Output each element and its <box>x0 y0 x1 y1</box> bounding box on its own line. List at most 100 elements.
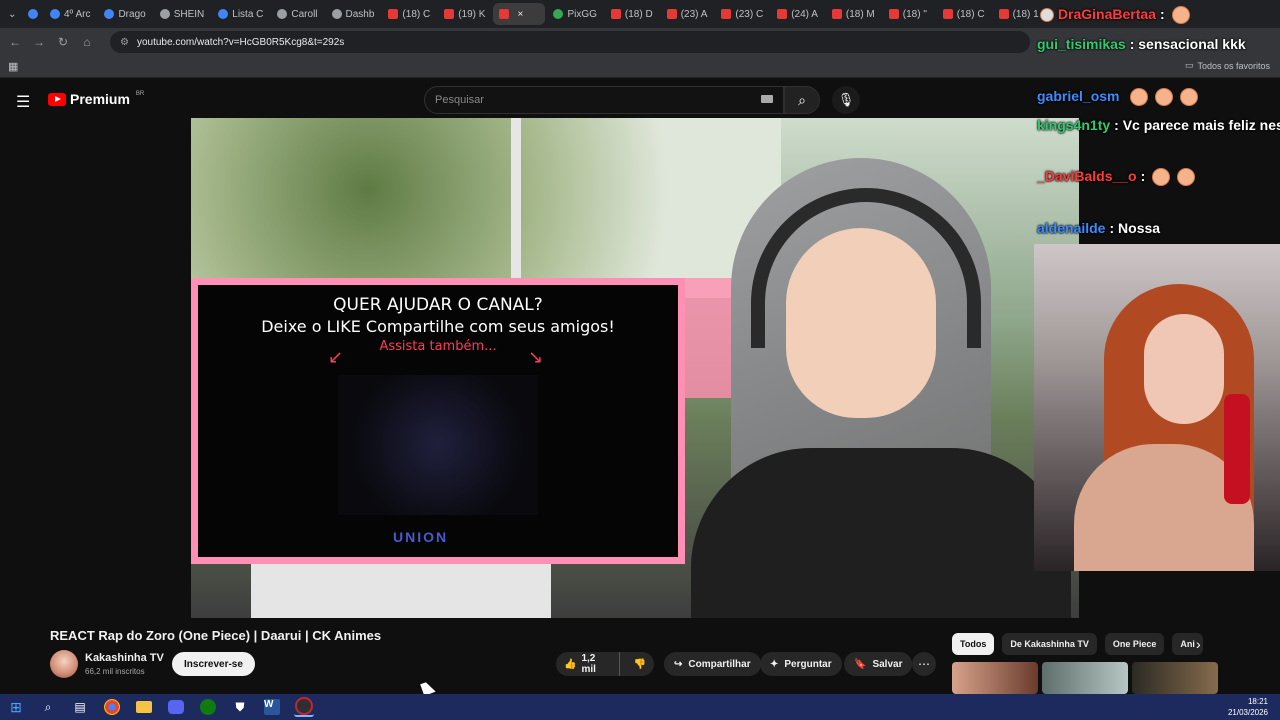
browser-tab[interactable]: (18) M <box>826 3 881 25</box>
youtube-icon <box>610 9 621 19</box>
browser-tab[interactable]: Drago <box>98 3 151 25</box>
chip-channel[interactable]: De Kakashinha TV <box>1002 633 1097 655</box>
logo-region: BR <box>135 91 145 97</box>
chat-user: kings4n1ty <box>1037 117 1111 133</box>
search-icon[interactable]: ⌕ <box>38 697 58 717</box>
reload-icon[interactable]: ↻ <box>56 35 70 49</box>
embedded-logo: UNION <box>393 529 449 545</box>
save-button[interactable]: 🔖 Salvar <box>844 652 913 676</box>
related-filter-chips: Todos De Kakashinha TV One Piece Ani <box>952 633 1203 655</box>
keyboard-icon[interactable] <box>761 95 773 103</box>
obs-app[interactable] <box>294 697 314 717</box>
search-button[interactable]: ⌕ <box>784 86 820 114</box>
thumbs-up-icon: 👍 <box>564 658 577 670</box>
chat-text: Nossa <box>1118 220 1161 236</box>
drive-icon <box>104 9 115 19</box>
discord-app[interactable] <box>166 697 186 717</box>
stream-chat-overlay: DraGinaBertaa: gui_tisimikas: sensaciona… <box>1034 0 1280 244</box>
dislike-button[interactable]: 👎 <box>626 652 654 676</box>
more-actions-button[interactable]: ⋯ <box>912 652 936 676</box>
browser-tab[interactable]: Caroll <box>271 3 323 25</box>
pin-icon <box>28 9 38 19</box>
embedded-video: QUER AJUDAR O CANAL? Deixe o LIKE Compar… <box>198 285 678 557</box>
menu-icon[interactable]: ☰ <box>16 92 30 112</box>
chrome-app[interactable] <box>102 697 122 717</box>
youtube-icon <box>721 9 732 19</box>
emote-icon <box>1130 88 1149 107</box>
search-input[interactable]: Pesquisar <box>424 86 784 114</box>
discord-icon <box>168 700 184 714</box>
browser-tab[interactable]: Lista C <box>212 3 269 25</box>
chevron-right-icon[interactable]: › <box>1196 636 1201 652</box>
subscribe-button[interactable]: Inscrever-se <box>172 652 255 676</box>
badge-icon <box>1040 8 1054 23</box>
chrome-icon <box>104 699 120 715</box>
tab-list-dropdown[interactable]: ⌄ <box>4 3 22 25</box>
video-desk <box>251 563 551 618</box>
home-icon[interactable]: ⌂ <box>80 35 94 49</box>
clock-date: 21/03/2026 <box>1227 708 1268 717</box>
file-explorer-app[interactable] <box>134 697 154 717</box>
save-label: Salvar <box>872 658 903 670</box>
embedded-video-frame: QUER AJUDAR O CANAL? Deixe o LIKE Compar… <box>191 278 685 564</box>
emote-icon <box>1152 168 1171 187</box>
related-video-thumbnail[interactable] <box>952 662 1038 694</box>
site-info-icon[interactable]: ⚙ <box>120 37 129 48</box>
tab-label: Lista C <box>232 8 264 20</box>
tab-label: (18) D <box>624 8 653 20</box>
youtube-icon <box>388 9 399 19</box>
logo-text: Premium <box>70 91 130 107</box>
chat-message: DraGinaBertaa: <box>1037 6 1190 25</box>
xbox-app[interactable] <box>198 697 218 717</box>
browser-tab[interactable]: (18) D <box>605 3 659 25</box>
url-field[interactable]: ⚙ youtube.com/watch?v=HcGB0R5Kcg8&t=292s <box>110 31 1030 53</box>
close-icon[interactable]: × <box>517 9 523 20</box>
youtube-logo[interactable]: Premium BR <box>48 91 144 107</box>
youtube-icon <box>499 9 510 19</box>
apps-grid-icon[interactable]: ▦ <box>8 60 18 73</box>
share-button[interactable]: ↪ Compartilhar <box>664 652 761 676</box>
channel-name[interactable]: Kakashinha TV <box>85 652 164 664</box>
browser-tab[interactable]: (18) " <box>883 3 935 25</box>
browser-tab[interactable]: (18) C <box>937 3 991 25</box>
tab-label: 4º Arc <box>64 8 91 20</box>
like-button[interactable]: 👍 1,2 mil <box>556 652 620 676</box>
chat-user: gabriel_osm <box>1037 88 1120 104</box>
like-dislike-group: 👍 1,2 mil 👎 <box>556 652 654 676</box>
chat-text: Vc parece mais feliz nesse video <box>1122 117 1280 133</box>
browser-tab[interactable]: PixGG <box>547 3 602 25</box>
channel-avatar[interactable] <box>50 650 78 678</box>
tab-label: (18) C <box>402 8 431 20</box>
like-count: 1,2 mil <box>581 653 596 675</box>
system-clock[interactable]: 18:21 21/03/2026 <box>1228 696 1268 718</box>
browser-tab[interactable]: (23) C <box>715 3 769 25</box>
browser-tab[interactable]: × <box>493 3 546 25</box>
browser-tab[interactable]: (24) A <box>771 3 824 25</box>
forward-icon[interactable]: → <box>32 35 46 49</box>
browser-tab[interactable]: (18) C <box>382 3 436 25</box>
arrow-right-icon: ↘ <box>528 347 544 367</box>
browser-tab[interactable]: (23) A <box>661 3 714 25</box>
related-video-thumbnail[interactable] <box>1132 662 1218 694</box>
tab-label: (18) " <box>902 8 927 20</box>
word-app[interactable]: W <box>262 697 282 717</box>
word-icon: W <box>264 699 280 715</box>
pinned-tab[interactable] <box>24 3 42 25</box>
tab-label: (18) C <box>956 8 985 20</box>
related-video-thumbnail[interactable] <box>1042 662 1128 694</box>
security-app[interactable]: ⛊ <box>230 697 250 717</box>
windows-start-icon[interactable]: ⊞ <box>6 697 26 717</box>
chip-one-piece[interactable]: One Piece <box>1104 633 1165 655</box>
back-icon[interactable]: ← <box>8 35 22 49</box>
browser-tab[interactable]: (19) K <box>438 3 491 25</box>
browser-tab[interactable]: SHEIN <box>154 3 211 25</box>
task-view-icon[interactable]: ▤ <box>70 697 90 717</box>
video-player[interactable]: QUER AJUDAR O CANAL? Deixe o LIKE Compar… <box>191 118 1079 618</box>
microphone-icon: 🎙 <box>837 92 855 107</box>
browser-tab[interactable]: Dashb <box>326 3 381 25</box>
cloud-icon <box>218 9 229 19</box>
ask-button[interactable]: ✦ Perguntar <box>760 652 842 676</box>
voice-search-button[interactable]: 🎙 <box>832 86 860 114</box>
chip-all[interactable]: Todos <box>952 633 995 655</box>
browser-tab[interactable]: 4º Arc <box>44 3 96 25</box>
